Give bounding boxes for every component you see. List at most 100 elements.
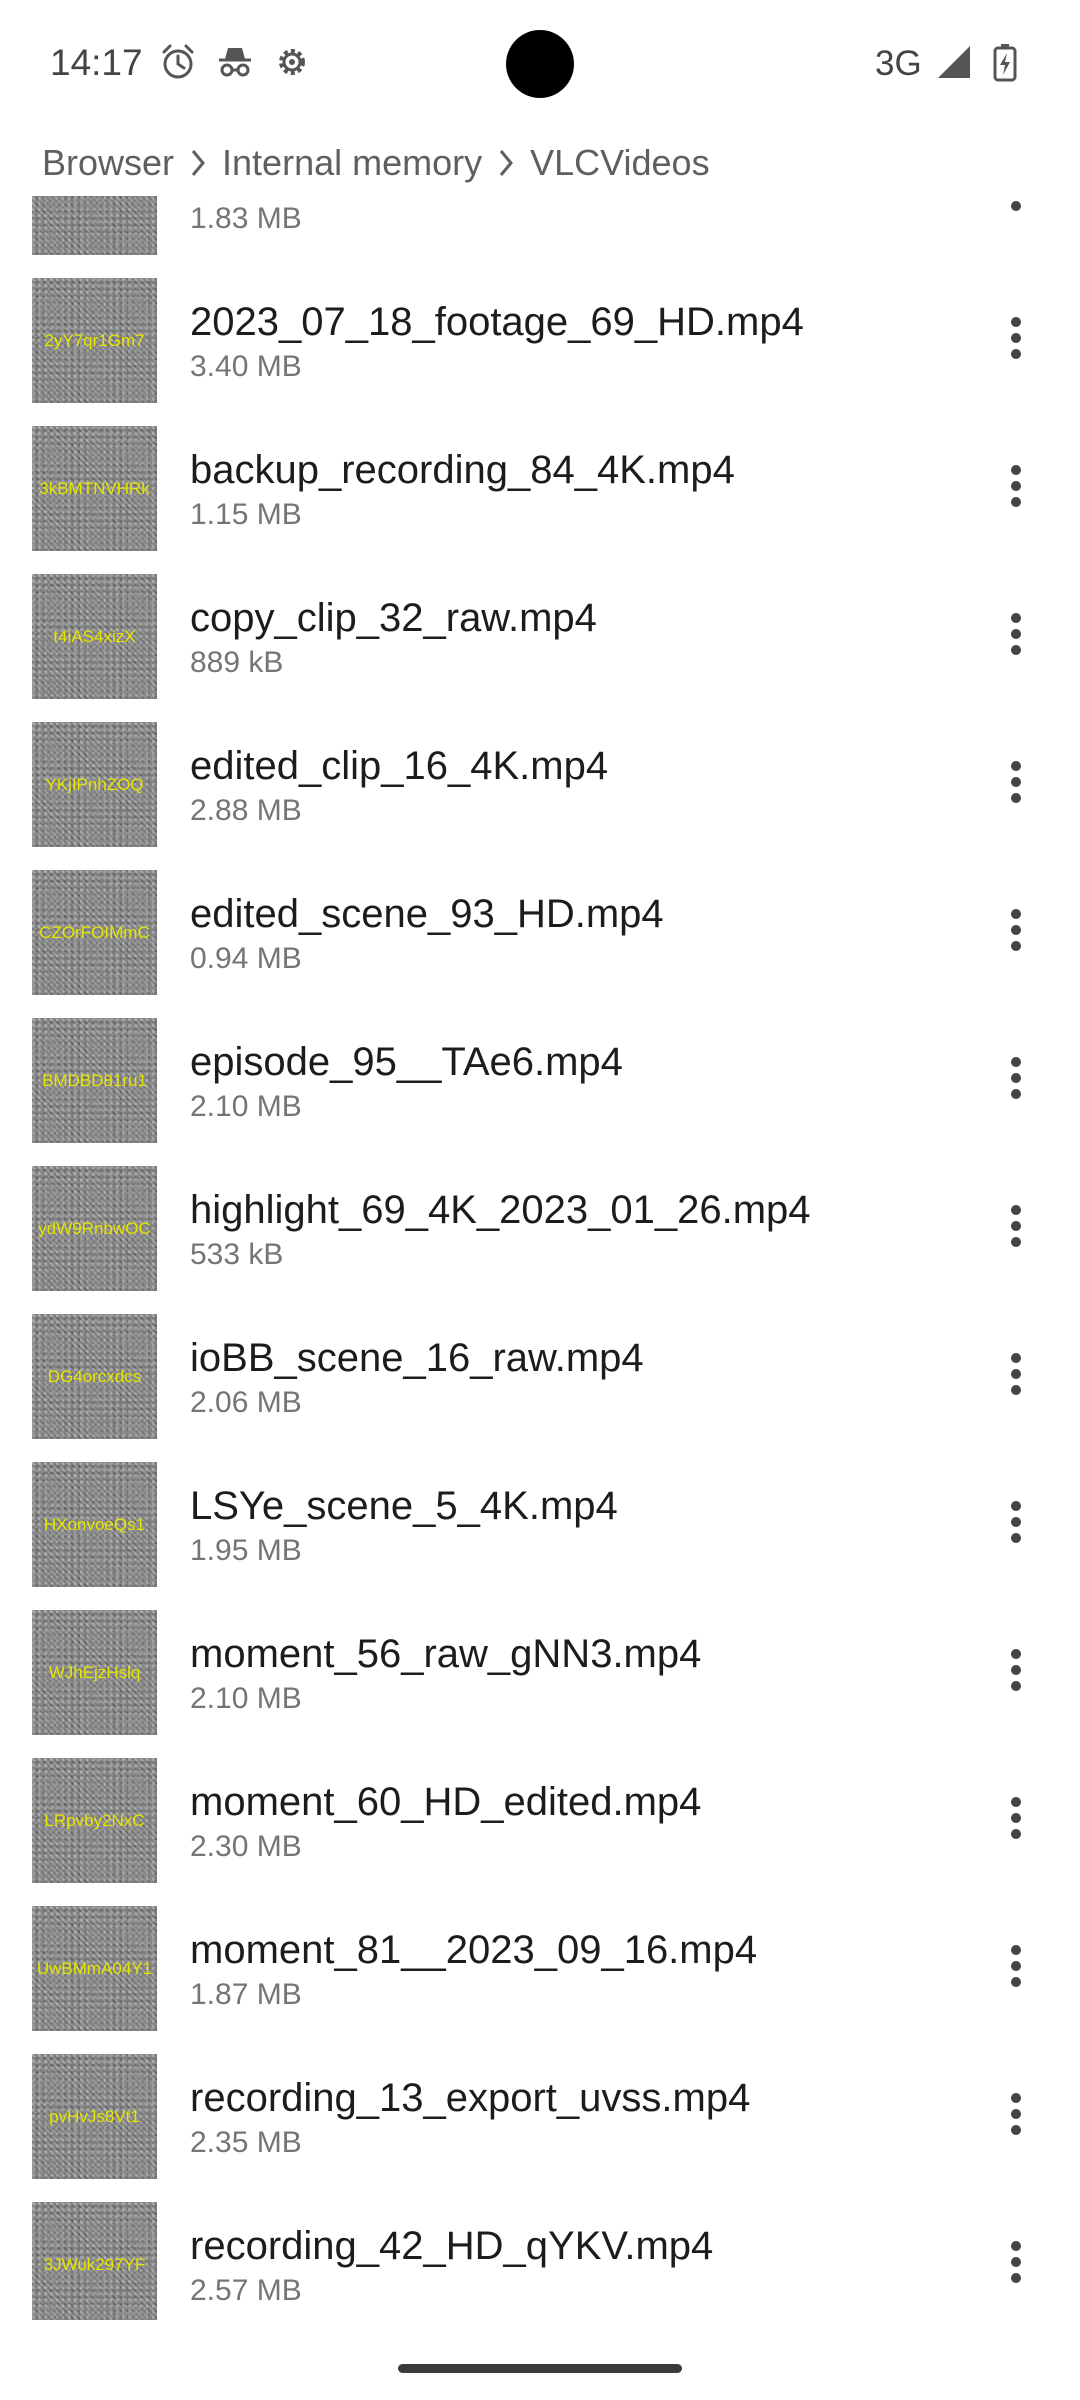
settings-gear-icon	[279, 49, 305, 75]
file-list-content: 1.83 MB 2yY7qr1Gm7 2023_07_18_footage_69…	[0, 196, 1080, 2320]
video-thumbnail: YKjIPnhZOQ	[32, 722, 157, 847]
file-row[interactable]: LRpvby2NxC moment_60_HD_edited.mp4 2.30 …	[0, 1738, 1080, 1886]
more-options-button[interactable]	[990, 196, 1042, 220]
file-list[interactable]: 1.83 MB 2yY7qr1Gm7 2023_07_18_footage_69…	[0, 196, 1080, 2320]
video-thumbnail: UwBMmA04Y1	[32, 1906, 157, 2031]
file-name: moment_56_raw_gNN3.mp4	[190, 1632, 702, 1676]
file-name: moment_60_HD_edited.mp4	[190, 1780, 702, 1824]
more-vert-icon	[1011, 1649, 1021, 1691]
file-row[interactable]: BMDBD81ru1 episode_95__TAe6.mp4 2.10 MB	[0, 998, 1080, 1146]
status-time: 14:17	[50, 42, 143, 83]
video-thumbnail: 3kBMTNVHRk	[32, 426, 157, 551]
thumbnail-label: BMDBD81ru1	[42, 1070, 147, 1090]
more-options-button[interactable]	[990, 1196, 1042, 1256]
file-size: 1.95 MB	[190, 1534, 302, 1567]
more-vert-icon	[1011, 1797, 1021, 1839]
more-options-button[interactable]	[990, 2232, 1042, 2292]
more-options-button[interactable]	[990, 1936, 1042, 1996]
file-row[interactable]: 3JWuk297YF recording_42_HD_qYKV.mp4 2.57…	[0, 2182, 1080, 2320]
breadcrumb-vlcvideos[interactable]: VLCVideos	[530, 142, 709, 184]
battery-charging-icon	[993, 44, 1017, 82]
more-options-button[interactable]	[990, 1492, 1042, 1552]
file-row[interactable]: pvHvJs8Vt1 recording_13_export_uvss.mp4 …	[0, 2034, 1080, 2182]
thumbnail-label: t4iAS4xizX	[53, 626, 136, 646]
video-thumbnail: 3JWuk297YF	[32, 2202, 157, 2320]
file-row[interactable]: ydW9RnbwOC highlight_69_4K_2023_01_26.mp…	[0, 1146, 1080, 1294]
file-row[interactable]: YKjIPnhZOQ edited_clip_16_4K.mp4 2.88 MB	[0, 702, 1080, 850]
file-row[interactable]: CZOrFOIMmC edited_scene_93_HD.mp4 0.94 M…	[0, 850, 1080, 998]
more-vert-icon	[1011, 613, 1021, 655]
more-options-button[interactable]	[990, 456, 1042, 516]
more-options-button[interactable]	[990, 604, 1042, 664]
file-size: 2.30 MB	[190, 1830, 302, 1863]
video-thumbnail: BMDBD81ru1	[32, 1018, 157, 1143]
file-row[interactable]: 2yY7qr1Gm7 2023_07_18_footage_69_HD.mp4 …	[0, 258, 1080, 406]
file-size: 1.87 MB	[190, 1978, 302, 2011]
file-size: 0.94 MB	[190, 942, 302, 975]
more-options-button[interactable]	[990, 752, 1042, 812]
incognito-icon	[219, 48, 251, 77]
more-vert-icon	[1011, 761, 1021, 803]
file-row[interactable]: DG4orcxdcs ioBB_scene_16_raw.mp4 2.06 MB	[0, 1294, 1080, 1442]
file-size: 2.35 MB	[190, 2126, 302, 2159]
thumbnail-label: DG4orcxdcs	[47, 1366, 142, 1386]
more-vert-icon	[1011, 909, 1021, 951]
chevron-right-icon	[499, 150, 514, 176]
thumbnail-label: pvHvJs8Vt1	[49, 2106, 140, 2126]
file-row[interactable]: 1.83 MB	[0, 196, 1080, 258]
thumbnail-label: WJhEjzHslq	[48, 1662, 141, 1682]
video-thumbnail: WJhEjzHslq	[32, 1610, 157, 1735]
file-row[interactable]: t4iAS4xizX copy_clip_32_raw.mp4 889 kB	[0, 554, 1080, 702]
video-thumbnail: LRpvby2NxC	[32, 1758, 157, 1883]
file-name: backup_recording_84_4K.mp4	[190, 448, 735, 492]
file-row[interactable]: UwBMmA04Y1 moment_81__2023_09_16.mp4 1.8…	[0, 1886, 1080, 2034]
more-vert-icon	[1011, 1205, 1021, 1247]
file-name: LSYe_scene_5_4K.mp4	[190, 1484, 618, 1528]
status-bar: 14:17 3G	[0, 0, 1080, 130]
more-options-button[interactable]	[990, 308, 1042, 368]
file-size: 2.06 MB	[190, 1386, 302, 1419]
thumbnail-label: 2yY7qr1Gm7	[44, 330, 145, 350]
more-options-button[interactable]	[990, 1344, 1042, 1404]
file-row[interactable]: WJhEjzHslq moment_56_raw_gNN3.mp4 2.10 M…	[0, 1590, 1080, 1738]
file-size: 533 kB	[190, 1238, 284, 1271]
file-row[interactable]: 3kBMTNVHRk backup_recording_84_4K.mp4 1.…	[0, 406, 1080, 554]
chevron-right-icon	[191, 150, 205, 176]
file-size: 2.88 MB	[190, 794, 302, 827]
file-name: recording_42_HD_qYKV.mp4	[190, 2224, 714, 2268]
breadcrumb-internal-memory[interactable]: Internal memory	[222, 142, 482, 184]
more-options-button[interactable]	[990, 1640, 1042, 1700]
thumbnail-label: 3kBMTNVHRk	[39, 478, 150, 498]
file-size: 2.10 MB	[190, 1682, 302, 1715]
gesture-navigation-bar[interactable]	[398, 2364, 682, 2373]
file-row[interactable]: HXonvoeQs1 LSYe_scene_5_4K.mp4 1.95 MB	[0, 1442, 1080, 1590]
front-camera-cutout	[506, 30, 574, 98]
file-name: moment_81__2023_09_16.mp4	[190, 1928, 758, 1972]
file-size: 3.40 MB	[190, 350, 302, 383]
video-thumbnail: pvHvJs8Vt1	[32, 2054, 157, 2179]
video-thumbnail: DG4orcxdcs	[32, 1314, 157, 1439]
video-thumbnail: t4iAS4xizX	[32, 574, 157, 699]
thumbnail-label: CZOrFOIMmC	[39, 922, 150, 942]
network-type: 3G	[875, 44, 922, 83]
more-vert-icon	[1011, 1945, 1021, 1987]
thumbnail-label: HXonvoeQs1	[43, 1514, 146, 1534]
more-vert-icon	[1011, 1353, 1021, 1395]
more-options-button[interactable]	[990, 2084, 1042, 2144]
video-thumbnail: HXonvoeQs1	[32, 1462, 157, 1587]
more-vert-icon	[1011, 317, 1021, 359]
file-name: edited_scene_93_HD.mp4	[190, 892, 664, 936]
more-vert-icon	[1011, 2241, 1021, 2283]
file-name: episode_95__TAe6.mp4	[190, 1040, 623, 1084]
thumbnail-label: UwBMmA04Y1	[36, 1958, 153, 1978]
more-options-button[interactable]	[990, 1048, 1042, 1108]
video-thumbnail: ydW9RnbwOC	[32, 1166, 157, 1291]
breadcrumb-browser[interactable]: Browser	[42, 142, 174, 184]
file-name: edited_clip_16_4K.mp4	[190, 744, 609, 788]
more-options-button[interactable]	[990, 1788, 1042, 1848]
video-thumbnail: 2yY7qr1Gm7	[32, 278, 157, 403]
file-size: 889 kB	[190, 646, 284, 679]
more-options-button[interactable]	[990, 900, 1042, 960]
more-vert-icon	[1011, 2093, 1021, 2135]
file-name: copy_clip_32_raw.mp4	[190, 596, 597, 640]
